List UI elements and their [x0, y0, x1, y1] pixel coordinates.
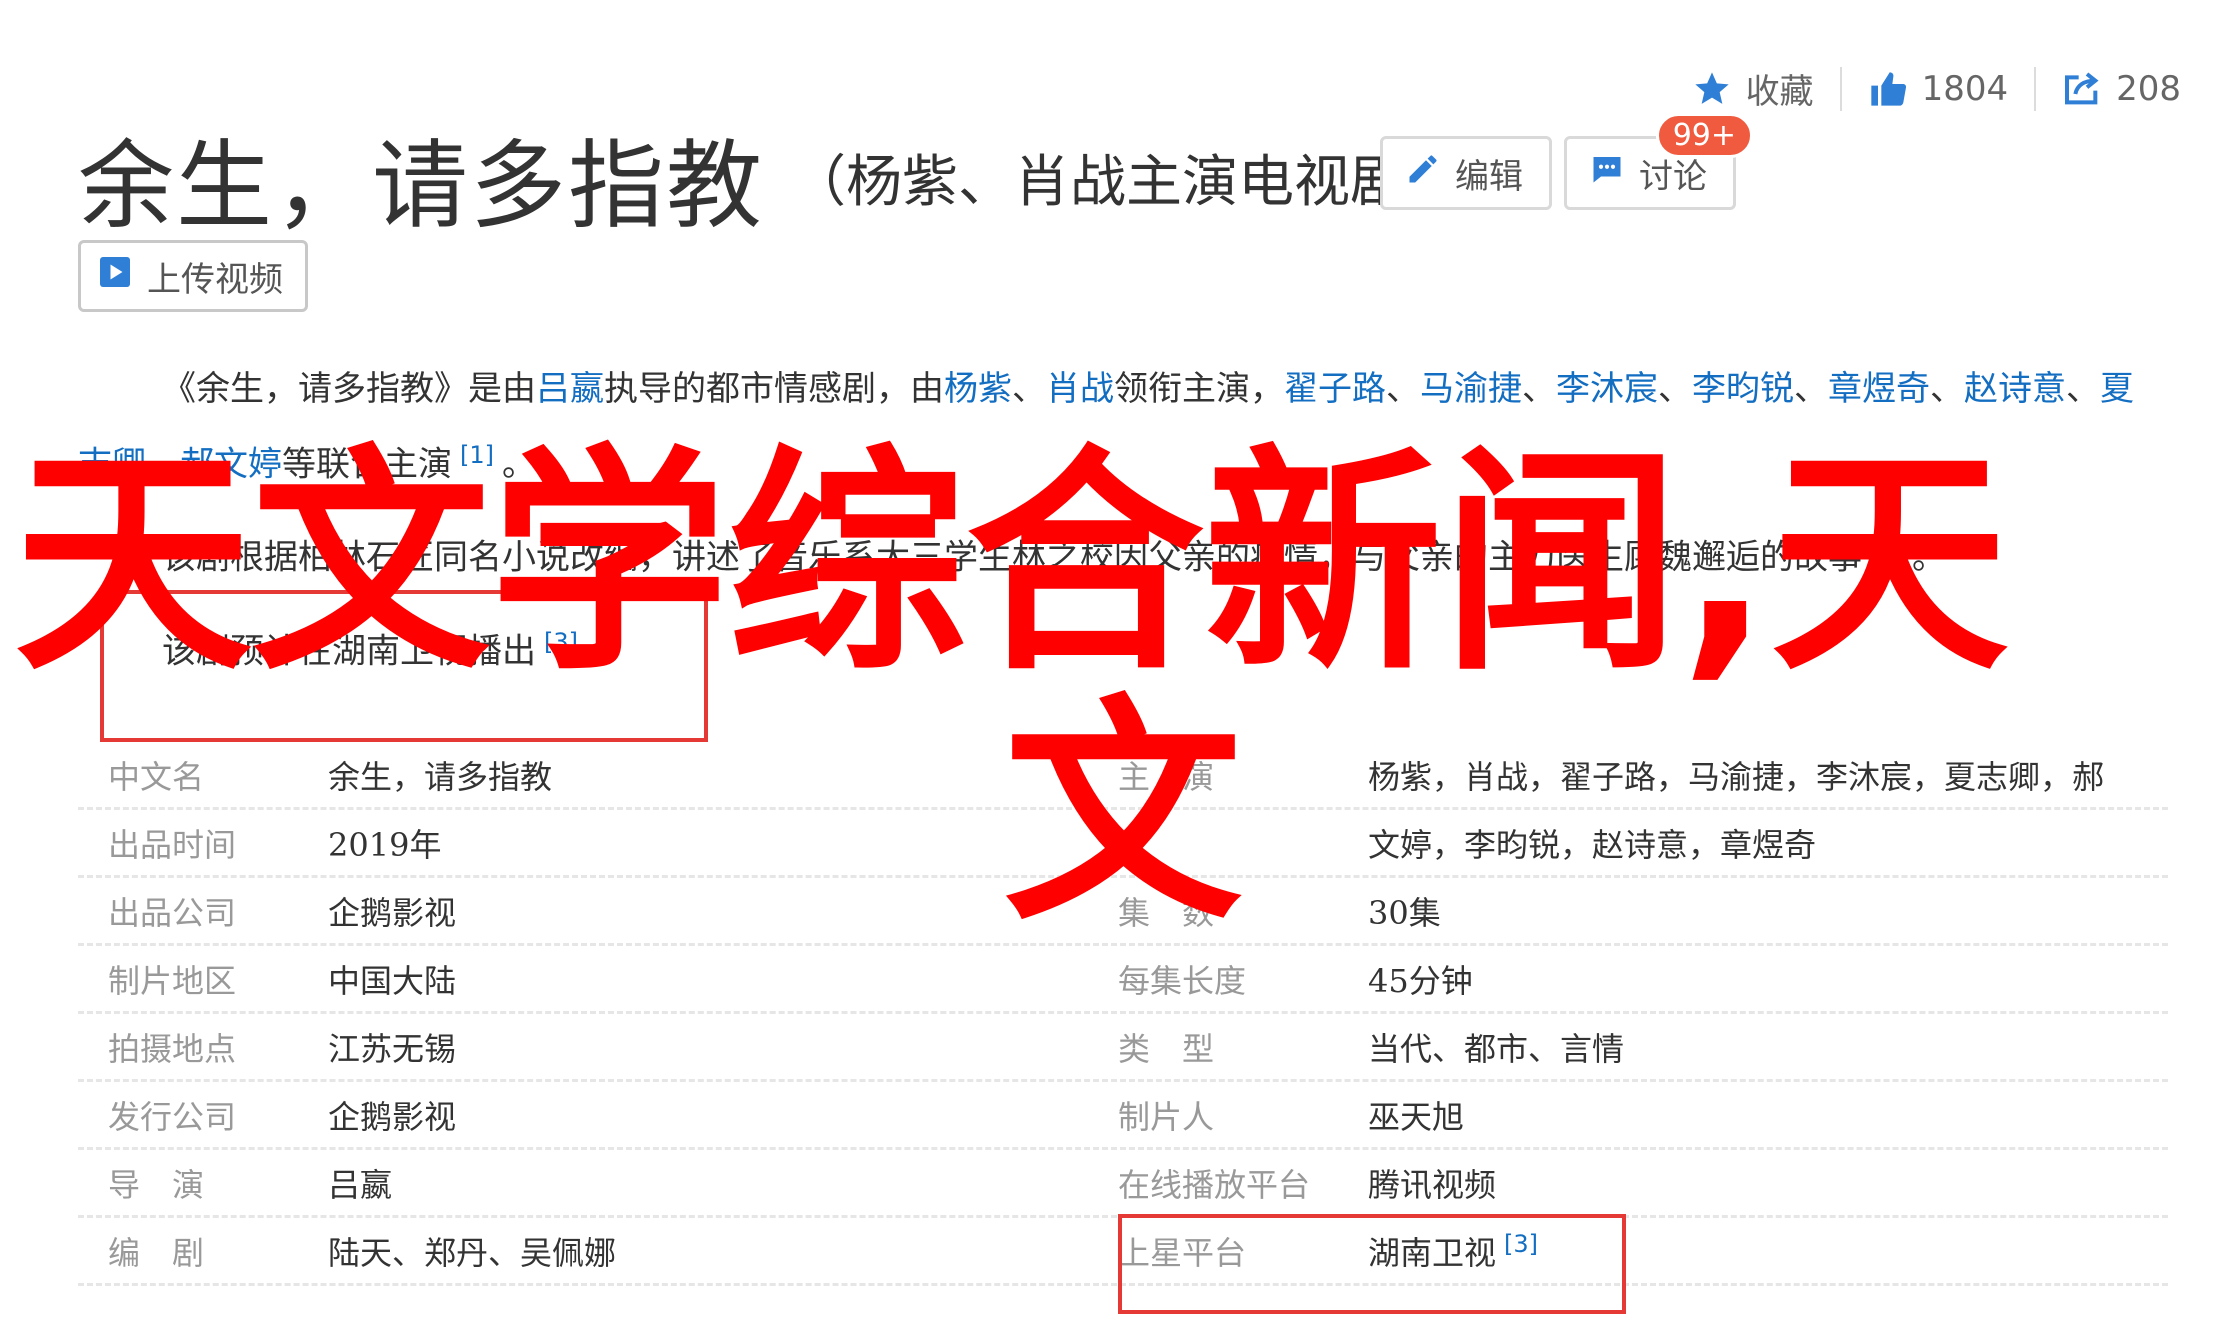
upload-label: 上传视频	[147, 259, 283, 300]
link-director[interactable]: 吕嬴	[536, 369, 604, 409]
link-lead-actor[interactable]: 肖战	[1046, 369, 1114, 409]
info-value: 杨紫，肖战，翟子路，马渝捷，李沐宸，夏志卿，郝	[1368, 757, 2105, 796]
info-key: 出品公司	[108, 893, 237, 932]
upload-video-button[interactable]: 上传视频	[78, 240, 308, 312]
info-value: 腾讯视频	[1368, 1165, 1497, 1204]
edit-label: 编辑	[1455, 156, 1523, 197]
info-key: 编 剧	[108, 1233, 205, 1272]
edit-button[interactable]: 编辑	[1380, 136, 1552, 210]
info-value: 湖南卫视 [3]	[1368, 1228, 2168, 1274]
summary-text: 《余生，请多指教》是由	[162, 369, 536, 409]
discuss-button[interactable]: 讨论 99+	[1564, 113, 1753, 210]
info-value: 2019年	[328, 825, 442, 864]
table-row: 出品时间 2019年 文婷，李昀锐，赵诗意，章煜奇	[78, 810, 2168, 878]
info-value: 中国大陆	[328, 961, 457, 1000]
summary: 《余生，请多指教》是由吕嬴执导的都市情感剧，由杨紫、肖战领衔主演，翟子路、马渝捷…	[78, 356, 2158, 702]
link-cast[interactable]: 赵诗意	[1964, 369, 2066, 409]
info-key: 发行公司	[108, 1097, 237, 1136]
info-value-text: 湖南卫视	[1368, 1233, 1497, 1272]
summary-paragraph: 该剧预计在湖南卫视播出 [3]	[78, 609, 2158, 684]
info-key: 主 演	[1118, 757, 1215, 796]
info-key: 中文名	[108, 757, 205, 796]
thumbs-up-icon	[1868, 69, 1908, 109]
table-row: 中文名 余生，请多指教 主 演 杨紫，肖战，翟子路，马渝捷，李沐宸，夏志卿，郝	[78, 742, 2168, 810]
summary-text: 执导的都市情感剧，由	[604, 369, 944, 409]
info-key: 每集长度	[1118, 961, 1247, 1000]
share-count: 208	[2116, 68, 2181, 109]
share-button[interactable]: 208	[2036, 69, 2207, 109]
info-value: 巫天旭	[1368, 1097, 1465, 1136]
info-value: 吕嬴	[328, 1165, 393, 1204]
page-subtitle: （杨紫、肖战主演电视剧）	[790, 150, 1462, 215]
table-row: 编 剧 陆天、郑丹、吴佩娜 上星平台 湖南卫视 [3]	[78, 1218, 2168, 1286]
info-key: 制片人	[1118, 1097, 1215, 1136]
info-key: 在线播放平台	[1118, 1165, 1311, 1204]
info-key: 导 演	[108, 1165, 205, 1204]
info-key: 出品时间	[108, 825, 237, 864]
reference-link[interactable]: [3]	[544, 628, 578, 656]
info-value: 文婷，李昀锐，赵诗意，章煜奇	[1368, 825, 1817, 864]
pencil-icon	[1405, 151, 1441, 196]
info-value: 企鹅影视	[328, 893, 457, 932]
link-cast[interactable]: 郝文婷	[180, 444, 282, 484]
table-row: 出品公司 企鹅影视 集 数 30集	[78, 878, 2168, 946]
favorite-label: 收藏	[1745, 72, 1814, 112]
chat-icon	[1589, 151, 1625, 196]
star-icon	[1692, 69, 1732, 109]
reference-link[interactable]: [3]	[1504, 1230, 1538, 1258]
table-row: 制片地区 中国大陆 每集长度 45分钟	[78, 946, 2168, 1014]
link-lead-actress[interactable]: 杨紫	[944, 369, 1012, 409]
info-value: 当代、都市、言情	[1368, 1029, 1625, 1068]
info-value: 陆天、郑丹、吴佩娜	[328, 1233, 617, 1272]
info-key: 上星平台	[1118, 1233, 1247, 1272]
link-cast[interactable]: 李昀锐	[1692, 369, 1794, 409]
table-row: 导 演 吕嬴 在线播放平台 腾讯视频	[78, 1150, 2168, 1218]
info-value: 余生，请多指教	[328, 757, 553, 796]
page-actions: 收藏 1804 208	[1666, 64, 2207, 113]
like-count: 1804	[1921, 68, 2009, 109]
info-value: 45分钟	[1368, 961, 1473, 1000]
summary-text: 该剧根据柏林石匠同名小说改编，讲述了音乐系大三学生林之校因父亲的病情，与父亲的主…	[162, 537, 1862, 578]
summary-paragraph: 该剧根据柏林石匠同名小说改编，讲述了音乐系大三学生林之校因父亲的病情，与父亲的主…	[78, 515, 2158, 590]
summary-paragraph: 《余生，请多指教》是由吕嬴执导的都市情感剧，由杨紫、肖战领衔主演，翟子路、马渝捷…	[78, 369, 2134, 485]
favorite-button[interactable]: 收藏	[1666, 64, 1840, 113]
link-cast[interactable]: 翟子路	[1284, 369, 1386, 409]
link-cast[interactable]: 章煜奇	[1828, 369, 1930, 409]
play-icon	[97, 254, 133, 299]
link-cast[interactable]: 李沐宸	[1556, 369, 1658, 409]
reference-link[interactable]: [2]	[1870, 534, 1904, 562]
summary-end: 。	[1912, 537, 1946, 578]
page-title: 余生，请多指教	[78, 130, 764, 242]
summary-text: 等联合主演	[282, 444, 452, 485]
link-cast[interactable]: 马渝捷	[1420, 369, 1522, 409]
reference-link[interactable]: [1]	[460, 441, 494, 469]
table-row: 拍摄地点 江苏无锡 类 型 当代、都市、言情	[78, 1014, 2168, 1082]
summary-end: 。	[502, 444, 536, 485]
info-key: 拍摄地点	[108, 1029, 237, 1068]
table-row: 发行公司 企鹅影视 制片人 巫天旭	[78, 1082, 2168, 1150]
info-key: 类 型	[1118, 1029, 1215, 1068]
basic-info-table: 中文名 余生，请多指教 主 演 杨紫，肖战，翟子路，马渝捷，李沐宸，夏志卿，郝 …	[78, 742, 2168, 1286]
info-value: 30集	[1368, 893, 1441, 932]
summary-text: 该剧预计在湖南卫视播出	[162, 630, 536, 671]
summary-text: 领衔主演，	[1114, 369, 1284, 409]
discuss-count-badge: 99+	[1655, 113, 1753, 158]
info-value: 江苏无锡	[328, 1029, 457, 1068]
title-row: 余生，请多指教 （杨紫、肖战主演电视剧）	[78, 108, 1462, 247]
summary-sep: 、	[1012, 369, 1046, 409]
info-key: 集 数	[1118, 893, 1215, 932]
info-key: 制片地区	[108, 961, 237, 1000]
share-icon	[2062, 69, 2102, 109]
info-value: 企鹅影视	[328, 1097, 457, 1136]
like-button[interactable]: 1804	[1842, 69, 2035, 109]
